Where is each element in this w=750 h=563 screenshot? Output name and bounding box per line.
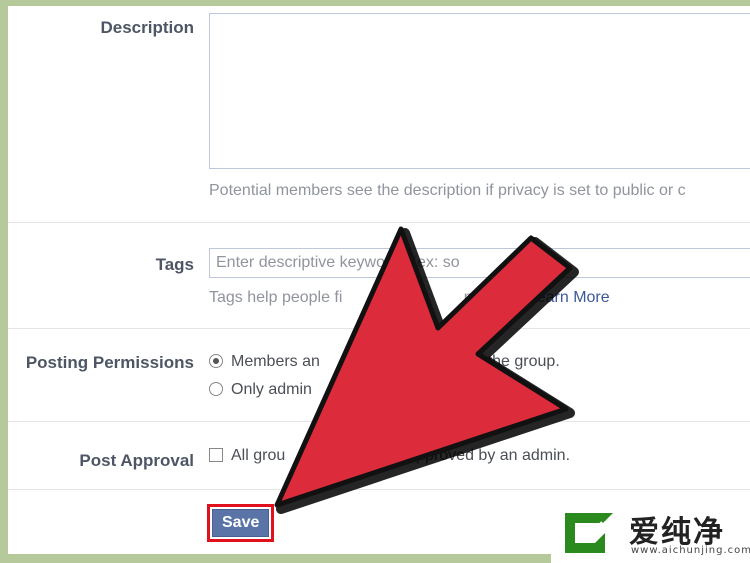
watermark: 爱纯净 www.aichunjing.com (551, 503, 750, 563)
post-approval-label: Post Approval (79, 451, 194, 470)
tags-help-tail: n topics. (463, 289, 524, 306)
post-approval-checkbox[interactable] (209, 448, 223, 462)
post-approval-option[interactable]: All grou approved by an admin. (209, 447, 570, 465)
tags-help-mid: s a (402, 289, 424, 306)
divider (8, 421, 750, 422)
learn-more-link[interactable]: Learn More (528, 289, 610, 306)
admins-only-text: Only admin (231, 381, 312, 398)
description-textarea[interactable] (209, 13, 750, 169)
post-approval-text-end: approved by an admin. (407, 447, 571, 464)
admins-only-radio[interactable] (209, 382, 223, 396)
description-help-text: Potential members see the description if… (209, 182, 686, 199)
divider (8, 328, 750, 329)
members-post-option[interactable]: Members an to the group. (209, 353, 560, 371)
save-button[interactable]: Save (212, 509, 270, 537)
post-approval-text-start: All grou (231, 447, 286, 464)
group-settings-form: Description Potential members see the de… (8, 6, 750, 554)
tags-label: Tags (155, 255, 194, 274)
posting-permissions-label: Posting Permissions (25, 353, 194, 372)
tags-help-text: Tags help people fi s a n topics. Learn Mo… (209, 289, 610, 307)
divider (8, 489, 750, 490)
admins-only-option[interactable]: Only admin (209, 381, 312, 399)
aichunjing-logo-icon (565, 513, 613, 553)
members-post-text-end: to the group. (469, 353, 560, 370)
members-post-text-start: Members an (231, 353, 320, 370)
members-post-radio[interactable] (209, 354, 223, 368)
tags-input[interactable] (209, 248, 750, 278)
divider (8, 222, 750, 223)
tags-help-start: Tags help people fi (209, 289, 343, 306)
description-label: Description (100, 18, 194, 37)
watermark-url: www.aichunjing.com (631, 545, 750, 556)
save-button-highlight: Save (207, 504, 275, 542)
